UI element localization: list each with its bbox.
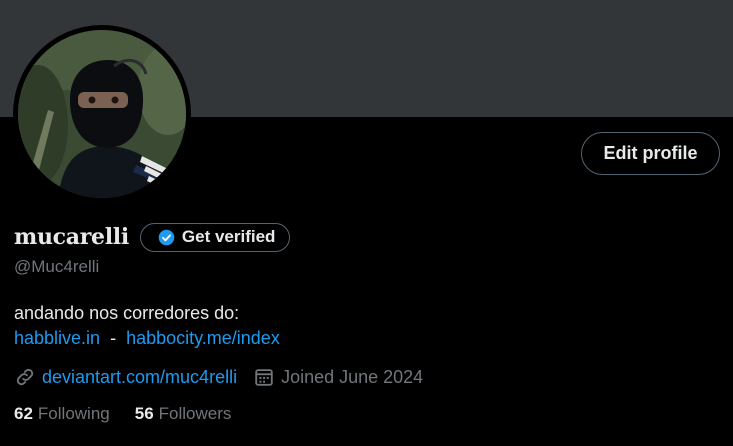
follow-counts: 62 Following 56 Followers [14,404,231,424]
calendar-icon [253,366,275,388]
user-handle: @Muc4relli [14,257,100,276]
joined-date: Joined June 2024 [253,366,423,388]
avatar-frame [13,25,191,203]
following-link[interactable]: 62 Following [14,404,110,424]
followers-count: 56 [134,404,154,423]
bio-link-habblive[interactable]: habblive.in [14,328,100,348]
bio-links-line: habblive.in - habbocity.me/index [14,326,280,351]
avatar[interactable] [18,30,186,198]
following-count: 62 [14,404,33,423]
bio-link-habbocity[interactable]: habbocity.me/index [126,328,280,348]
profile-meta: deviantart.com/muc4relli Joined June 202… [14,365,423,389]
website-link[interactable]: deviantart.com/muc4relli [42,367,237,388]
bio-text: andando nos corredores do: [14,303,240,323]
name-row: mucarelli Get verified [14,221,291,253]
display-name: mucarelli [14,224,129,250]
get-verified-label: Get verified [181,227,276,246]
followers-label: Followers [158,404,232,423]
bio-separator: - [110,328,117,348]
verified-badge-icon [158,229,175,246]
profile-bio: andando nos corredores do: habblive.in - h… [14,301,280,351]
link-icon [14,366,36,388]
joined-label: Joined June 2024 [281,366,424,387]
edit-profile-button[interactable]: Edit profile [581,132,720,175]
followers-link[interactable]: 56 Followers [135,404,232,424]
get-verified-button[interactable]: Get verified [139,222,291,252]
following-label: Following [37,404,110,423]
